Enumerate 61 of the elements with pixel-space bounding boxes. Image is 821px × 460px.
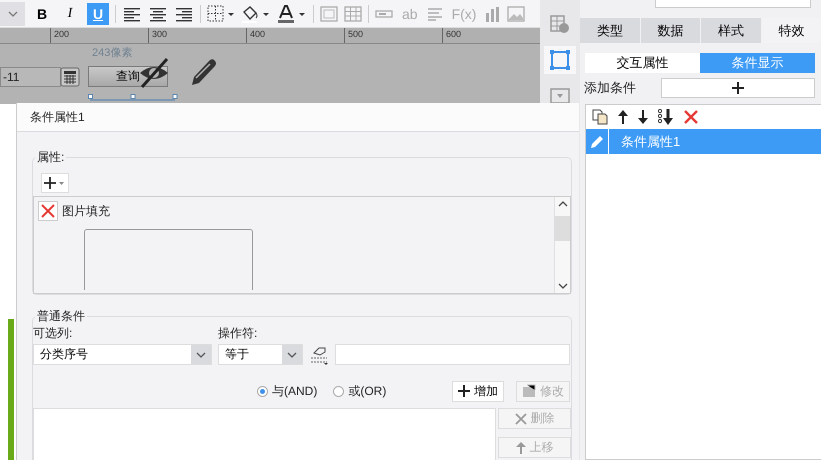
align-left-icon[interactable] — [122, 6, 142, 22]
plus-icon — [732, 82, 744, 94]
plus-dropdown-icon — [44, 176, 66, 190]
delete-icon[interactable] — [684, 110, 698, 124]
scrollbar[interactable] — [554, 197, 570, 293]
calendar-icon[interactable] — [60, 67, 80, 87]
input-field[interactable] — [655, 0, 811, 8]
operator-select[interactable]: 等于 — [218, 344, 303, 365]
tab[interactable]: 数据 — [640, 18, 700, 43]
format-button[interactable]: I — [59, 2, 81, 24]
edit-icon — [522, 384, 536, 398]
ruler-label: 300 — [148, 28, 246, 43]
property-name: 图片填充 — [62, 202, 110, 220]
radio-label: 与(AND) — [272, 382, 318, 400]
subtab[interactable]: 交互属性 — [585, 53, 700, 73]
condition-name: 条件属性1 — [620, 132, 680, 150]
chevron-down-icon — [287, 352, 297, 358]
plus-icon — [458, 385, 470, 397]
field-label: 操作符: — [218, 325, 258, 341]
action-button[interactable]: 增加 — [452, 380, 504, 402]
ruler-label: 500 — [344, 28, 442, 43]
table-info-icon[interactable] — [550, 14, 570, 34]
chevron-down-icon — [196, 352, 206, 358]
value-type-icon[interactable] — [309, 344, 329, 364]
chevron-up-icon[interactable] — [558, 201, 568, 207]
date-field[interactable]: -11 — [0, 67, 61, 87]
tab[interactable]: 类型 — [580, 18, 640, 43]
dialog-title: 条件属性1 — [17, 103, 579, 132]
dropdown-box-icon[interactable] — [550, 88, 570, 104]
add-property-button[interactable] — [41, 173, 69, 193]
align-right-icon[interactable] — [174, 6, 194, 22]
add-condition-label: 添加条件 — [584, 79, 637, 97]
chevron-down-icon — [8, 10, 18, 16]
radio-button[interactable] — [257, 386, 268, 396]
pencil-icon — [590, 134, 604, 148]
ruler-label: 200 — [50, 28, 148, 43]
size-hint: 243像素 — [92, 46, 132, 60]
radio-label: 或(OR) — [348, 382, 386, 400]
frame-icon[interactable] — [550, 50, 570, 70]
delete-icon — [41, 204, 55, 218]
font-color-icon[interactable] — [277, 4, 307, 22]
fill-color-icon[interactable] — [241, 4, 271, 22]
remove-button[interactable] — [38, 201, 58, 221]
close-icon — [514, 412, 526, 424]
move-to-bottom-icon[interactable] — [658, 109, 674, 125]
value-field[interactable] — [335, 344, 570, 365]
tab[interactable]: 样式 — [701, 18, 760, 43]
radio-button[interactable] — [333, 386, 344, 396]
align-center-icon[interactable] — [148, 6, 168, 22]
column-select[interactable]: 分类序号 — [33, 344, 212, 365]
group-label: 属性: — [36, 149, 66, 166]
arrow-up-icon — [516, 442, 526, 454]
field-label: 可选列: — [33, 325, 74, 341]
arrow-up-icon[interactable] — [618, 110, 628, 124]
ruler-label: 400 — [246, 28, 344, 43]
format-button[interactable]: B — [31, 2, 53, 24]
arrow-down-icon[interactable] — [638, 110, 648, 124]
copy-icon[interactable] — [592, 109, 608, 125]
group-label: 普通条件 — [36, 308, 86, 325]
chevron-down-icon[interactable] — [558, 283, 568, 289]
border-icon[interactable] — [207, 4, 235, 22]
